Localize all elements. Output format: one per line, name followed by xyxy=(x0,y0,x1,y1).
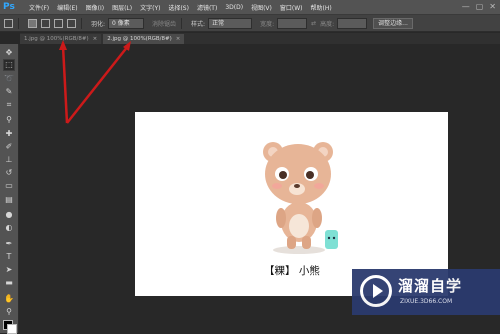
antialias-checkbox[interactable]: 消除锯齿 xyxy=(152,19,176,28)
brush-icon[interactable]: ✐ xyxy=(4,142,14,152)
healing-icon[interactable]: ✚ xyxy=(4,129,14,139)
gradient-icon[interactable]: ▤ xyxy=(4,195,14,205)
quick-select-icon[interactable]: ✎ xyxy=(4,87,14,97)
menu-window[interactable]: 窗口(W) xyxy=(280,3,303,12)
feather-input[interactable]: 0 像素 xyxy=(108,17,145,29)
menu-image[interactable]: 图像(I) xyxy=(86,3,104,12)
height-label: 高度: xyxy=(320,20,335,28)
shape-icon[interactable]: ▬ xyxy=(4,278,14,288)
menu-file[interactable]: 文件(F) xyxy=(29,3,49,12)
watermark-title: 溜溜自学 xyxy=(398,277,463,295)
path-select-icon[interactable]: ➤ xyxy=(4,265,14,275)
close-icon[interactable]: × xyxy=(176,36,181,42)
refine-edge-button[interactable]: 调整边缘... xyxy=(373,17,413,29)
lasso-icon[interactable]: ➰ xyxy=(4,74,14,84)
add-selection-icon[interactable] xyxy=(41,18,50,28)
divider xyxy=(18,17,19,29)
divider xyxy=(181,17,183,29)
watermark-url: ZIXUE.3D66.COM xyxy=(400,298,453,305)
subtract-selection-icon[interactable] xyxy=(54,18,63,28)
document-tab-bar: 1.jpg @ 100%(RGB/8#) × 2.jpg @ 100%(RGB/8… xyxy=(20,33,500,44)
tools-panel: ✥ ⬚ ➰ ✎ ⌗ ⚲ ✚ ✐ ⊥ ↺ ▭ ▤ ● ◐ ✒ T ➤ ▬ ✋ ⚲ xyxy=(0,44,19,334)
menu-select[interactable]: 选择(S) xyxy=(168,3,189,12)
maximize-button[interactable]: ▢ xyxy=(476,2,484,11)
menu-filter[interactable]: 滤镜(T) xyxy=(197,3,217,12)
pen-icon[interactable]: ✒ xyxy=(4,239,14,249)
window-controls: — ▢ ✕ xyxy=(462,2,496,11)
minimize-button[interactable]: — xyxy=(462,2,470,11)
menu-bar: Ps 文件(F) 编辑(E) 图像(I) 图层(L) 文字(Y) 选择(S) 滤… xyxy=(0,0,500,15)
menu-3d[interactable]: 3D(D) xyxy=(225,4,243,11)
menu-edit[interactable]: 编辑(E) xyxy=(57,3,77,12)
intersect-selection-icon[interactable] xyxy=(67,18,76,28)
options-bar: 羽化: 0 像素 消除锯齿 样式: 正常 宽度: ⇄ 高度: 调整边缘... xyxy=(0,15,500,32)
marquee-icon[interactable]: ⬚ xyxy=(3,59,15,71)
dodge-icon[interactable]: ◐ xyxy=(4,223,14,233)
width-label: 宽度: xyxy=(260,20,275,28)
clone-stamp-icon[interactable]: ⊥ xyxy=(4,155,14,165)
menu-layer[interactable]: 图层(L) xyxy=(112,3,132,12)
zoom-icon[interactable]: ⚲ xyxy=(4,307,14,317)
menu-view[interactable]: 视图(V) xyxy=(251,3,272,12)
style-label: 样式: xyxy=(191,20,206,28)
hand-icon[interactable]: ✋ xyxy=(4,294,14,304)
move-icon[interactable]: ✥ xyxy=(4,48,14,58)
type-icon[interactable]: T xyxy=(4,252,14,262)
menu-help[interactable]: 帮助(H) xyxy=(311,3,332,12)
play-icon xyxy=(373,284,383,298)
close-icon[interactable]: × xyxy=(93,36,98,42)
eyedropper-icon[interactable]: ⚲ xyxy=(4,115,14,125)
eraser-icon[interactable]: ▭ xyxy=(4,181,14,191)
width-input[interactable] xyxy=(277,17,308,29)
feather-label: 羽化: xyxy=(91,20,106,28)
close-button[interactable]: ✕ xyxy=(489,2,496,11)
photoshop-logo: Ps xyxy=(3,2,15,12)
tab-label: 2.jpg @ 100%(RGB/8#) xyxy=(107,36,172,42)
new-selection-icon[interactable] xyxy=(28,18,37,28)
history-brush-icon[interactable]: ↺ xyxy=(4,168,14,178)
divider xyxy=(81,17,82,29)
tab-2-jpg[interactable]: 2.jpg @ 100%(RGB/8#) × xyxy=(103,34,185,44)
tab-1-jpg[interactable]: 1.jpg @ 100%(RGB/8#) × xyxy=(20,34,102,44)
tab-label: 1.jpg @ 100%(RGB/8#) xyxy=(24,36,89,42)
menu-type[interactable]: 文字(Y) xyxy=(140,3,160,12)
swap-icon[interactable]: ⇄ xyxy=(311,20,316,27)
marquee-preset-icon[interactable] xyxy=(4,18,13,28)
style-select[interactable]: 正常 xyxy=(208,17,253,29)
document-caption: 【粿】 小熊 xyxy=(264,265,320,277)
watermark-logo: 溜溜自学 ZIXUE.3D66.COM xyxy=(352,269,500,315)
height-input[interactable] xyxy=(337,17,368,29)
blur-icon[interactable]: ● xyxy=(4,210,14,220)
crop-icon[interactable]: ⌗ xyxy=(4,100,14,110)
